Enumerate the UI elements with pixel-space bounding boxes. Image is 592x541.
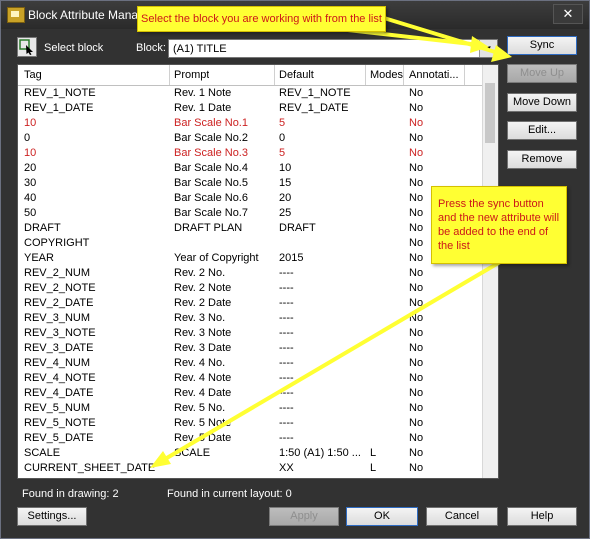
annotation-arrows <box>150 16 512 468</box>
callout-select-block: Select the block you are working with fr… <box>137 6 386 32</box>
arrowhead <box>150 451 171 468</box>
arrowhead <box>491 45 512 62</box>
callout-sync: Press the sync button and the new attrib… <box>431 186 567 264</box>
arrow-to-new-attribute <box>158 260 502 464</box>
